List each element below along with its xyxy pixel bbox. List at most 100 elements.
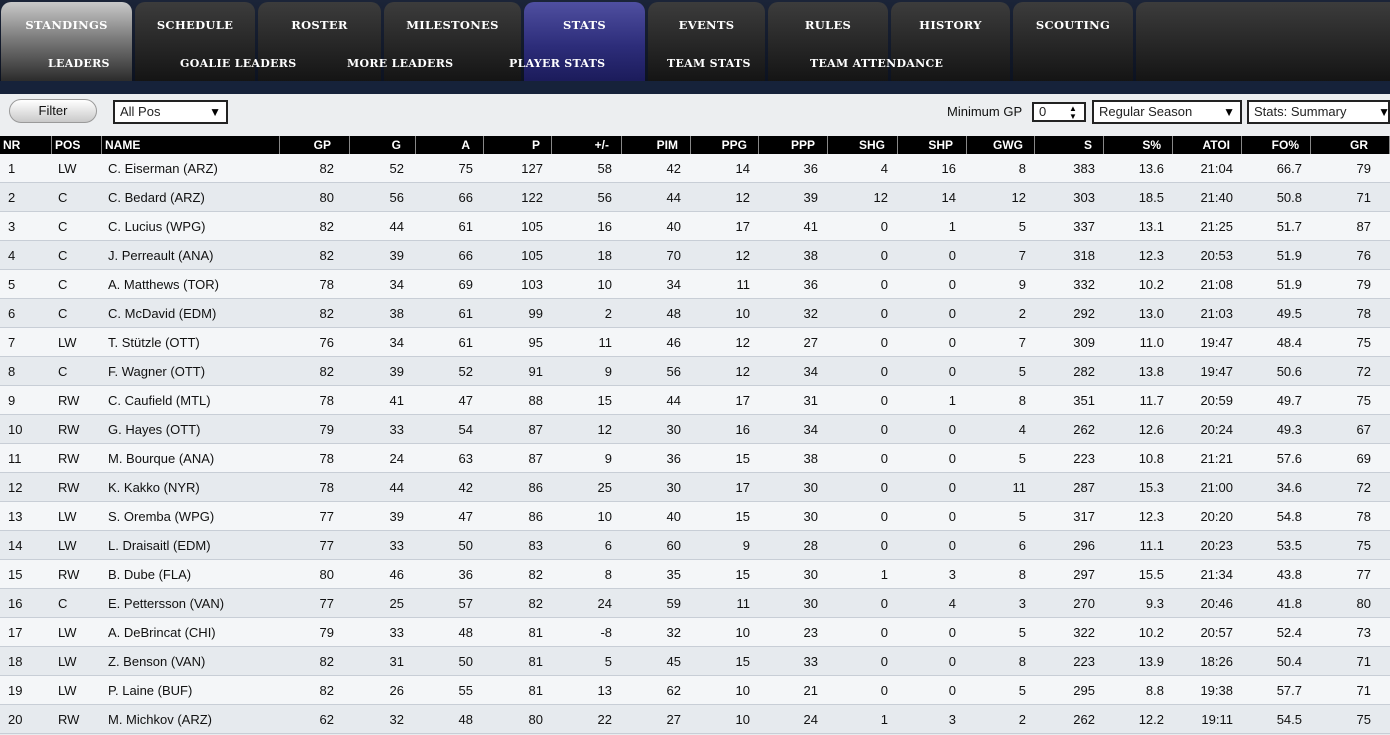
cell-name[interactable]: K. Kakko (NYR) [108, 473, 200, 501]
cell-p: 80 [528, 712, 543, 727]
cell-name[interactable]: B. Dube (FLA) [108, 560, 191, 588]
column-header-shp[interactable]: SHP [898, 136, 967, 154]
table-row[interactable]: 17 LW A. DeBrincat (CHI) 79 33 48 81 -8 32 10 23 0 0… [0, 618, 1390, 647]
tab-events[interactable]: EVENTS [648, 2, 765, 82]
column-header-ppp[interactable]: PPP [759, 136, 828, 154]
table-row[interactable]: 15 RW B. Dube (FLA) 80 46 36 82 8 35 15 30 1 3 8 297 15… [0, 560, 1390, 589]
table-row[interactable]: 5 C A. Matthews (TOR) 78 34 69 103 10 34 11 36 0 0 9 3… [0, 270, 1390, 299]
table-row[interactable]: 1 LW C. Eiserman (ARZ) 82 52 75 127 58 42 14 36 4 16… [0, 154, 1390, 183]
table-row[interactable]: 6 C C. McDavid (EDM) 82 38 61 99 2 48 10 32 0 0 2 292 1… [0, 299, 1390, 328]
column-header-ppg[interactable]: PPG [691, 136, 759, 154]
table-row[interactable]: 8 C F. Wagner (OTT) 82 39 52 91 9 56 12 34 0 0 5 282 13… [0, 357, 1390, 386]
table-row[interactable]: 10 RW G. Hayes (OTT) 79 33 54 87 12 30 16 34 0 0 4 262… [0, 415, 1390, 444]
min-gp-label: Minimum GP [947, 104, 1023, 119]
column-header-gwg[interactable]: GWG [967, 136, 1035, 154]
filter-button[interactable]: Filter [9, 99, 97, 123]
table-row[interactable]: 12 RW K. Kakko (NYR) 78 44 42 86 25 30 17 30 0 0 11 28… [0, 473, 1390, 502]
column-header-s[interactable]: S [1035, 136, 1104, 154]
table-row[interactable]: 7 LW T. Stützle (OTT) 76 34 61 95 11 46 12 27 0 0 7 30… [0, 328, 1390, 357]
column-header-pos[interactable]: POS [52, 136, 102, 154]
tab-schedule[interactable]: SCHEDULE [135, 2, 255, 82]
cell-shp: 0 [948, 480, 956, 495]
column-header-gp[interactable]: GP [280, 136, 350, 154]
table-row[interactable]: 4 C J. Perreault (ANA) 82 39 66 105 18 70 12 38 0 0 7… [0, 241, 1390, 270]
subtab-leaders[interactable]: LEADERS [48, 57, 110, 70]
cell-name[interactable]: L. Draisaitl (EDM) [108, 531, 211, 559]
toolbar: Filter All Pos ▼ Minimum GP 0 ▲ ▼ Regular… [0, 94, 1390, 136]
column-header-plus-minus[interactable]: +/- [552, 136, 622, 154]
cell-name[interactable]: C. McDavid (EDM) [108, 299, 216, 327]
cell-name[interactable]: Z. Benson (VAN) [108, 647, 205, 675]
cell-shp: 0 [948, 364, 956, 379]
season-select-value: Regular Season [1099, 104, 1193, 119]
column-header-g[interactable]: G [350, 136, 416, 154]
position-select-value: All Pos [120, 104, 161, 119]
cell-name[interactable]: C. Lucius (WPG) [108, 212, 206, 240]
table-row[interactable]: 18 LW Z. Benson (VAN) 82 31 50 81 5 45 15 33 0 0 8 223… [0, 647, 1390, 676]
cell-name[interactable]: S. Oremba (WPG) [108, 502, 214, 530]
column-header-pim[interactable]: PIM [622, 136, 691, 154]
cell-name[interactable]: A. Matthews (TOR) [108, 270, 219, 298]
cell-plus-minus: 10 [597, 277, 612, 292]
cell-name[interactable]: M. Bourque (ANA) [108, 444, 214, 472]
column-header-fopct[interactable]: FO% [1242, 136, 1311, 154]
table-row[interactable]: 19 LW P. Laine (BUF) 82 26 55 81 13 62 10 21 0 0 5 295… [0, 676, 1390, 705]
table-row[interactable]: 20 RW M. Michkov (ARZ) 62 32 48 80 22 27 10 24 1 3 2 2… [0, 705, 1390, 734]
cell-gp: 82 [319, 364, 334, 379]
tab-stats[interactable]: STATS [524, 2, 645, 82]
subtab-team-attendance[interactable]: TEAM ATTENDANCE [810, 57, 943, 70]
tab-history[interactable]: HISTORY [891, 2, 1010, 82]
cell-name[interactable]: C. Caufield (MTL) [108, 386, 211, 414]
cell-s: 296 [1073, 538, 1095, 553]
subtab-team-stats[interactable]: TEAM STATS [667, 57, 751, 70]
cell-name[interactable]: J. Perreault (ANA) [108, 241, 213, 269]
cell-pos: LW [58, 335, 77, 350]
position-select[interactable]: All Pos ▼ [113, 100, 228, 124]
tab-standings[interactable]: STANDINGS [1, 2, 132, 82]
min-gp-input[interactable]: 0 ▲ ▼ [1032, 102, 1086, 122]
column-header-spct[interactable]: S% [1104, 136, 1173, 154]
cell-name[interactable]: F. Wagner (OTT) [108, 357, 205, 385]
table-row[interactable]: 2 C C. Bedard (ARZ) 80 56 66 122 56 44 12 39 12 14 12… [0, 183, 1390, 212]
column-header-gr[interactable]: GR [1311, 136, 1390, 154]
column-header-shg[interactable]: SHG [828, 136, 898, 154]
tab-milestones[interactable]: MILESTONES [384, 2, 521, 82]
column-header-a[interactable]: A [416, 136, 484, 154]
min-gp-value: 0 [1039, 104, 1047, 119]
cell-name[interactable]: C. Bedard (ARZ) [108, 183, 205, 211]
cell-name[interactable]: T. Stützle (OTT) [108, 328, 200, 356]
stats-view-select[interactable]: Stats: Summary ▼ [1247, 100, 1390, 124]
table-row[interactable]: 14 LW L. Draisaitl (EDM) 77 33 50 83 6 60 9 28 0 0 6 2… [0, 531, 1390, 560]
column-header-atoi[interactable]: ATOI [1173, 136, 1242, 154]
cell-gp: 77 [319, 509, 334, 524]
cell-shg: 0 [880, 219, 888, 234]
subtab-more-leaders[interactable]: MORE LEADERS [347, 57, 453, 70]
table-row[interactable]: 9 RW C. Caufield (MTL) 78 41 47 88 15 44 17 31 0 1 8 3… [0, 386, 1390, 415]
cell-name[interactable]: A. DeBrincat (CHI) [108, 618, 216, 646]
subtab-player-stats[interactable]: PLAYER STATS [509, 57, 605, 70]
cell-fopct: 54.5 [1276, 712, 1302, 727]
cell-a: 66 [458, 190, 473, 205]
tab-scouting[interactable]: SCOUTING [1013, 2, 1133, 82]
tab-roster[interactable]: ROSTER [258, 2, 381, 82]
column-header-name[interactable]: NAME [102, 136, 280, 154]
table-row[interactable]: 13 LW S. Oremba (WPG) 77 39 47 86 10 40 15 30 0 0 5 31… [0, 502, 1390, 531]
subtab-goalie-leaders[interactable]: GOALIE LEADERS [180, 57, 296, 70]
cell-gr: 69 [1356, 451, 1371, 466]
table-row[interactable]: 16 C E. Pettersson (VAN) 77 25 57 82 24 59 11 30 0 4… [0, 589, 1390, 618]
cell-shp: 0 [948, 509, 956, 524]
season-select[interactable]: Regular Season ▼ [1092, 100, 1242, 124]
cell-name[interactable]: E. Pettersson (VAN) [108, 589, 224, 617]
table-row[interactable]: 11 RW M. Bourque (ANA) 78 24 63 87 9 36 15 38 0 0 5 22… [0, 444, 1390, 473]
tab-rules[interactable]: RULES [768, 2, 888, 82]
cell-name[interactable]: P. Laine (BUF) [108, 676, 192, 704]
cell-pim: 42 [666, 161, 681, 176]
table-row[interactable]: 3 C C. Lucius (WPG) 82 44 61 105 16 40 17 41 0 1 5 337… [0, 212, 1390, 241]
cell-name[interactable]: G. Hayes (OTT) [108, 415, 200, 443]
cell-name[interactable]: C. Eiserman (ARZ) [108, 154, 218, 182]
cell-name[interactable]: M. Michkov (ARZ) [108, 705, 212, 733]
stepper-arrows-icon[interactable]: ▲ ▼ [1069, 105, 1081, 121]
column-header-nr[interactable]: NR [0, 136, 52, 154]
cell-pim: 35 [666, 567, 681, 582]
column-header-p[interactable]: P [484, 136, 552, 154]
